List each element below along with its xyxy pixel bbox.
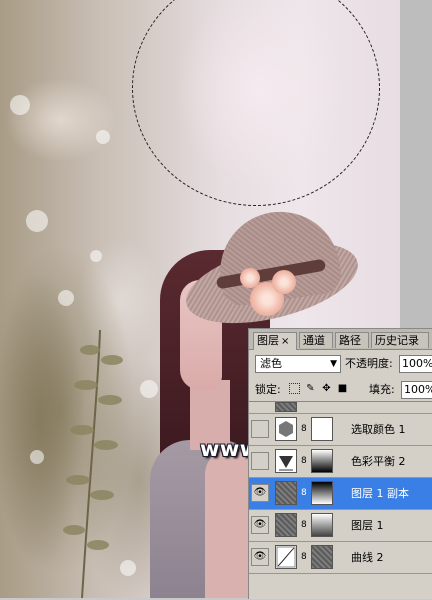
fern-plant <box>63 330 123 598</box>
bokeh-light <box>30 450 44 464</box>
lock-label: 锁定: <box>255 383 281 396</box>
layer-row[interactable]: 👁 8 曲线 2 <box>249 542 432 574</box>
bokeh-light <box>90 250 102 262</box>
fill-input[interactable]: 100% <box>401 381 432 399</box>
layer-mask-thumb[interactable] <box>311 513 333 537</box>
layer-row-selected[interactable]: 👁 8 图层 1 副本 <box>249 478 432 510</box>
tab-paths[interactable]: 路径 <box>335 332 369 348</box>
layer-mask-thumb[interactable] <box>311 481 333 505</box>
blend-opacity-row: 滤色 ▼ 不透明度: 100% <box>249 353 432 375</box>
bokeh-light <box>140 380 158 398</box>
canvas-margin <box>400 0 432 328</box>
layer-mask-thumb[interactable] <box>311 545 333 569</box>
link-icon[interactable]: 8 <box>301 455 307 467</box>
layer-row[interactable]: 8 选取颜色 1 <box>249 414 432 446</box>
layer-name[interactable]: 图层 1 <box>351 510 384 542</box>
visibility-toggle[interactable] <box>251 420 269 438</box>
bokeh-light <box>96 130 110 144</box>
layer-name[interactable]: 图层 1 副本 <box>351 478 409 510</box>
link-icon[interactable]: 8 <box>301 423 307 435</box>
photo-thumb <box>275 481 297 505</box>
layer-name[interactable]: 曲线 2 <box>351 542 384 574</box>
selective-color-icon <box>275 417 297 441</box>
tab-history[interactable]: 历史记录 <box>371 332 429 348</box>
fill-label: 填充: <box>369 383 395 396</box>
curves-icon <box>275 545 297 569</box>
lock-transparent-icon[interactable] <box>289 383 300 394</box>
bokeh-light <box>10 95 30 115</box>
layer-row[interactable]: 👁 8 图层 1 <box>249 510 432 542</box>
rose-flower <box>240 268 260 288</box>
link-icon[interactable]: 8 <box>301 519 307 531</box>
layer-mask-thumb[interactable] <box>311 449 333 473</box>
eye-icon[interactable]: 👁 <box>251 484 269 502</box>
link-icon[interactable]: 8 <box>301 487 307 499</box>
chevron-down-icon: ▼ <box>330 359 337 369</box>
layer-row-partial[interactable] <box>249 402 432 414</box>
tab-channels[interactable]: 通道 <box>299 332 333 348</box>
link-icon[interactable]: 8 <box>301 551 307 563</box>
lock-fill-row: 锁定: ✎ ✥ ■ 填充: 100% <box>249 379 432 401</box>
layer-name[interactable]: 选取颜色 1 <box>351 414 406 446</box>
layers-list: 8 选取颜色 1 8 色彩平衡 2 👁 8 图层 1 副本 👁 8 图层 1 👁… <box>249 401 432 600</box>
eye-icon[interactable]: 👁 <box>251 548 269 566</box>
photo-thumb <box>275 402 297 412</box>
color-balance-icon <box>275 449 297 473</box>
opacity-label: 不透明度: <box>345 357 393 370</box>
blend-mode-value: 滤色 <box>260 357 282 370</box>
tab-label: 路径 <box>339 334 361 347</box>
opacity-input[interactable]: 100% <box>399 355 432 373</box>
layer-mask-thumb[interactable] <box>311 417 333 441</box>
visibility-toggle[interactable] <box>251 452 269 470</box>
eye-icon[interactable]: 👁 <box>251 516 269 534</box>
layer-name[interactable]: 色彩平衡 2 <box>351 446 406 478</box>
bokeh-light <box>26 210 48 232</box>
layer-row[interactable]: 8 色彩平衡 2 <box>249 446 432 478</box>
tab-label: 图层 <box>257 334 279 347</box>
photo-thumb <box>275 513 297 537</box>
brush-icon[interactable]: ✎ <box>305 383 316 394</box>
tab-layers[interactable]: 图层 × <box>253 332 297 350</box>
tab-label: 通道 <box>303 334 325 347</box>
layers-panel: 图层 × 通道 路径 历史记录 滤色 ▼ 不透明度: 100% 锁定: ✎ ✥ ■… <box>248 328 432 599</box>
lock-icon[interactable]: ■ <box>337 383 348 394</box>
move-icon[interactable]: ✥ <box>321 383 332 394</box>
blend-mode-select[interactable]: 滤色 ▼ <box>255 355 341 373</box>
rose-flower <box>272 270 296 294</box>
panel-tabs: 图层 × 通道 路径 历史记录 <box>249 329 432 350</box>
tab-label: 历史记录 <box>375 334 419 347</box>
bokeh-light <box>58 290 74 306</box>
close-icon[interactable]: × <box>281 336 289 347</box>
